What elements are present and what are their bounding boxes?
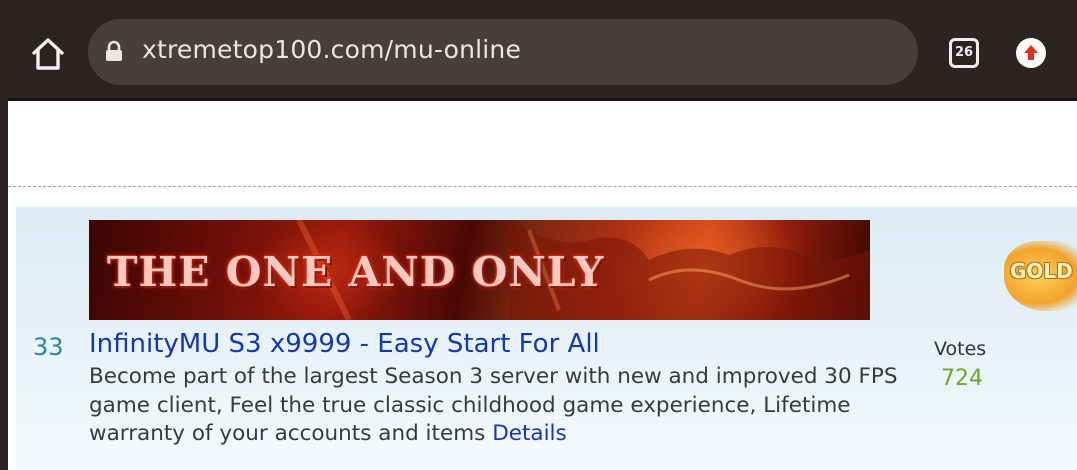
side-ad-text: GOLD	[1010, 259, 1073, 283]
update-arrow-icon	[1024, 45, 1038, 60]
banner-text: THE ONE AND ONLY	[107, 248, 605, 296]
toolbar-divider	[8, 98, 1077, 101]
browser-toolbar: xtremetop100.com/mu-online 26	[0, 0, 1077, 100]
home-icon	[32, 38, 64, 70]
votes-label: Votes	[934, 338, 987, 360]
home-button[interactable]	[30, 36, 66, 72]
update-button[interactable]	[1016, 38, 1046, 68]
address-bar[interactable]: xtremetop100.com/mu-online	[88, 19, 918, 85]
server-rank: 33	[33, 333, 64, 361]
details-link[interactable]: Details	[492, 421, 567, 446]
tab-switcher-button[interactable]: 26	[949, 38, 979, 68]
server-listing: THE ONE AND ONLY GOLD 33 InfinityMU S3 x…	[16, 207, 1077, 470]
server-title-link[interactable]: InfinityMU S3 x9999 - Easy Start For All	[89, 329, 600, 359]
server-description: Become part of the largest Season 3 serv…	[89, 363, 909, 449]
votes-count: 724	[941, 366, 983, 391]
url-text[interactable]: xtremetop100.com/mu-online	[142, 35, 521, 64]
side-ad[interactable]: GOLD	[1004, 235, 1077, 325]
tab-count: 26	[954, 45, 974, 60]
server-banner[interactable]: THE ONE AND ONLY	[89, 220, 870, 320]
dashed-divider	[8, 186, 1077, 187]
lock-icon	[106, 40, 122, 61]
